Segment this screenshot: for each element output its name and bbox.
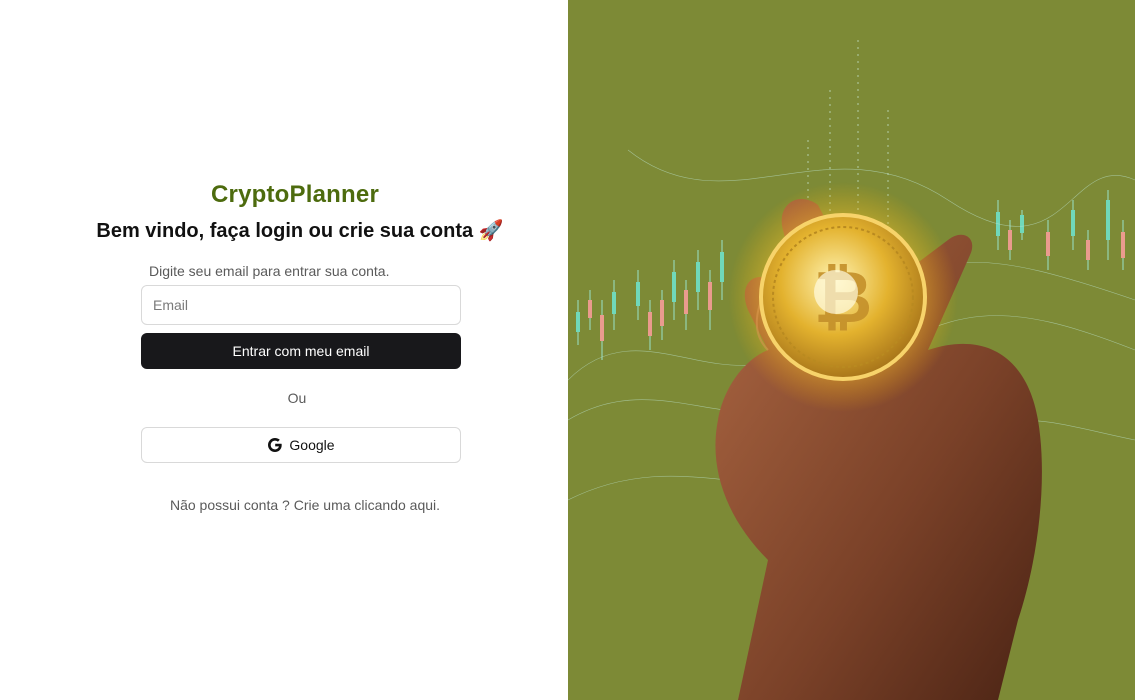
google-icon [267, 437, 283, 453]
email-login-button[interactable]: Entrar com meu email [141, 333, 461, 369]
email-hint: Digite seu email para entrar sua conta. [149, 263, 390, 279]
signup-prefix: Não possui conta ? [169, 497, 290, 513]
google-login-button[interactable]: Google [141, 427, 461, 463]
or-separator: Ou [287, 390, 307, 406]
brand-title: CryptoPlanner [211, 181, 379, 208]
bitcoin-coin-icon: ₿ [728, 182, 958, 412]
welcome-heading: Bem vindo, faça login ou crie sua conta … [96, 220, 504, 242]
hero-illustration: ₿ [568, 40, 1135, 700]
login-panel: CryptoPlanner Bem vindo, faça login ou c… [0, 0, 568, 700]
signup-text: Não possui conta ? Crie uma clicando aqu… [141, 497, 469, 513]
login-page: CryptoPlanner Bem vindo, faça login ou c… [0, 0, 1135, 700]
hero-panel: ₿ [568, 0, 1135, 700]
email-input[interactable] [141, 285, 461, 325]
signup-link[interactable]: Crie uma clicando aqui. [294, 497, 440, 513]
google-button-label: Google [289, 437, 335, 453]
